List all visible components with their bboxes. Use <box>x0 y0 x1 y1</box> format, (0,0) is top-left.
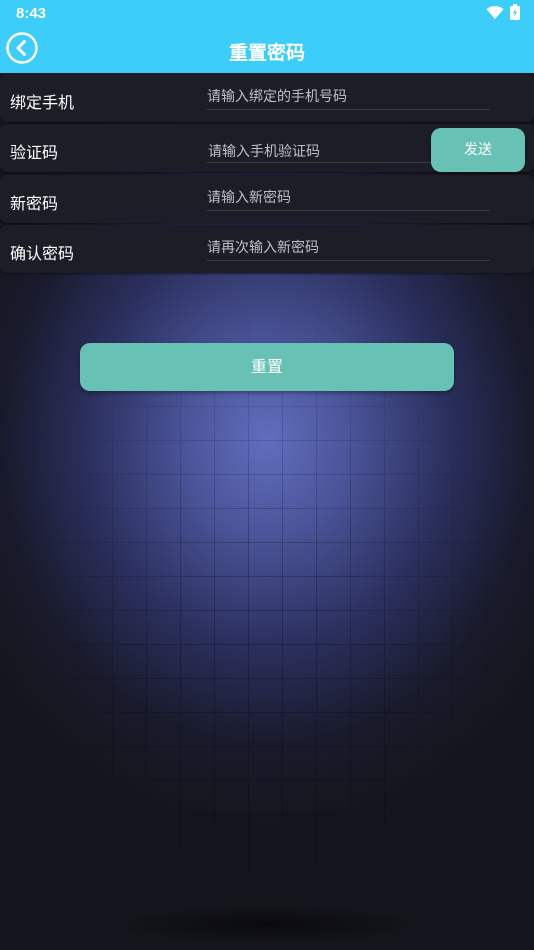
confirm-password-input[interactable] <box>207 237 490 259</box>
battery-icon <box>510 4 520 24</box>
verification-code-label: 验证码 <box>10 143 59 162</box>
new-password-label: 新密码 <box>10 194 59 213</box>
app-header: 8:43 重置密码 <box>0 0 534 73</box>
verification-code-underline <box>207 162 432 163</box>
new-password-underline <box>207 210 490 211</box>
status-time: 8:43 <box>16 5 47 22</box>
send-code-button[interactable]: 发送 <box>431 128 525 172</box>
phone-row: 绑定手机 <box>0 74 534 122</box>
reset-button[interactable]: 重置 <box>80 343 454 391</box>
confirm-password-underline <box>207 260 490 261</box>
confirm-password-label: 确认密码 <box>10 244 75 263</box>
verification-code-input[interactable] <box>208 141 433 163</box>
new-password-input[interactable] <box>207 187 490 209</box>
phone-label: 绑定手机 <box>10 93 75 112</box>
phone-underline <box>207 109 490 110</box>
status-icons <box>486 4 520 24</box>
wifi-icon <box>486 5 504 24</box>
confirm-password-row: 确认密码 <box>0 225 534 273</box>
bottom-shadow <box>100 905 434 945</box>
phone-input[interactable] <box>207 86 490 108</box>
page-title: 重置密码 <box>228 42 305 64</box>
new-password-row: 新密码 <box>0 175 534 223</box>
